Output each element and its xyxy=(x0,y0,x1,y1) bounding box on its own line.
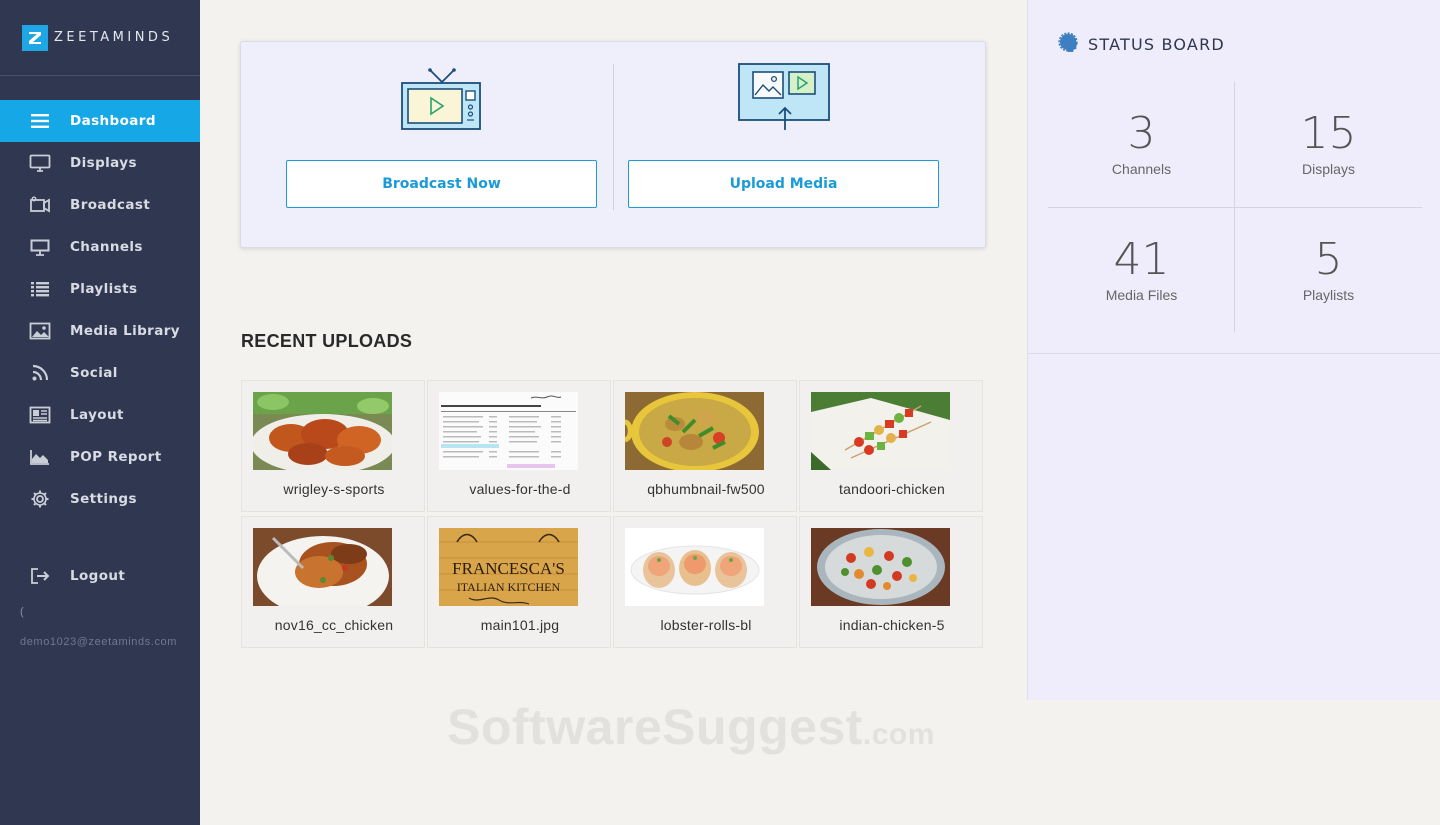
media-name: values-for-the-d xyxy=(469,481,571,497)
media-tile[interactable]: nov16_cc_chicken xyxy=(241,516,425,648)
media-thumbnail xyxy=(811,528,950,606)
logout-button[interactable]: Logout xyxy=(0,555,200,597)
media-tile[interactable]: indian-chicken-5 xyxy=(799,516,983,648)
media-tile[interactable]: wrigley-s-sports xyxy=(241,380,425,512)
watermark-main: SoftwareSuggest xyxy=(447,699,863,755)
media-name: tandoori-chicken xyxy=(839,481,945,497)
badge-icon xyxy=(1058,32,1078,57)
media-thumbnail xyxy=(439,392,578,470)
sidebar-item-channels[interactable]: Channels xyxy=(0,226,200,268)
main-content: Broadcast Now Upload Media RECENT UPLOAD… xyxy=(200,0,1027,825)
media-name: qbhumbnail-fw500 xyxy=(647,481,765,497)
stat-channels[interactable]: 3 Channels xyxy=(1048,82,1235,207)
status-stats: 3 Channels 15 Displays 41 Media Files 5 … xyxy=(1048,82,1422,332)
stat-displays[interactable]: 15 Displays xyxy=(1235,82,1422,207)
kitchen-sign-line2: ITALIAN KITCHEN xyxy=(457,580,561,594)
stat-label: Playlists xyxy=(1302,287,1355,303)
sidebar-item-label: POP Report xyxy=(70,449,162,465)
stat-value: 5 xyxy=(1314,234,1343,285)
sidebar-item-label: Social xyxy=(70,365,118,381)
sidebar-item-pop-report[interactable]: POP Report xyxy=(0,436,200,478)
logout-label: Logout xyxy=(70,568,126,584)
media-tile[interactable]: tandoori-chicken xyxy=(799,380,983,512)
user-email: demo1023@zeetaminds.com xyxy=(20,636,178,648)
sidebar-item-label: Media Library xyxy=(70,323,181,339)
status-board-divider xyxy=(1028,353,1440,354)
stat-value: 3 xyxy=(1127,108,1156,159)
hamburger-icon xyxy=(28,109,52,133)
media-tile[interactable]: FRANCESCA'S ITALIAN KITCHEN main101.jpg xyxy=(427,516,611,648)
tv-icon xyxy=(400,62,484,137)
status-board: STATUS BOARD 3 Channels 15 Displays 41 M… xyxy=(1027,0,1440,700)
sidebar-item-label: Broadcast xyxy=(70,197,151,213)
media-thumbnail xyxy=(625,528,764,606)
rss-icon xyxy=(28,361,52,385)
sidebar-item-displays[interactable]: Displays xyxy=(0,142,200,184)
stat-value: 41 xyxy=(1113,234,1170,285)
monitor-icon xyxy=(28,151,52,175)
video-camera-icon xyxy=(28,193,52,217)
broadcast-now-button[interactable]: Broadcast Now xyxy=(286,160,597,208)
kitchen-sign-line1: FRANCESCA'S xyxy=(452,559,565,578)
brand-name: ZEETAMINDS xyxy=(54,30,174,45)
stat-label: Channels xyxy=(1111,161,1172,177)
media-thumbnail xyxy=(253,392,392,470)
logo-mark-icon xyxy=(22,24,48,51)
screen-icon xyxy=(28,235,52,259)
actions-divider xyxy=(613,64,614,210)
upload-media-icon xyxy=(737,62,833,137)
stat-label: Displays xyxy=(1302,161,1355,177)
sidebar-item-label: Layout xyxy=(70,407,124,423)
media-name: nov16_cc_chicken xyxy=(274,617,394,633)
media-thumbnail: FRANCESCA'S ITALIAN KITCHEN xyxy=(439,528,578,606)
gear-icon xyxy=(28,487,52,511)
sidebar-item-playlists[interactable]: Playlists xyxy=(0,268,200,310)
sidebar: ZEETAMINDS Dashboard Displays Broadcast … xyxy=(0,0,200,825)
media-name: main101.jpg xyxy=(480,617,560,633)
upload-media-button[interactable]: Upload Media xyxy=(628,160,939,208)
sidebar-item-media-library[interactable]: Media Library xyxy=(0,310,200,352)
sidebar-item-layout[interactable]: Layout xyxy=(0,394,200,436)
sidebar-item-label: Displays xyxy=(70,155,137,171)
sidebar-item-settings[interactable]: Settings xyxy=(0,478,200,520)
media-tile[interactable]: qbhumbnail-fw500 xyxy=(613,380,797,512)
sidebar-item-dashboard[interactable]: Dashboard xyxy=(0,100,200,142)
sidebar-item-label: Channels xyxy=(70,239,143,255)
media-thumbnail xyxy=(253,528,392,606)
media-tile[interactable]: values-for-the-d xyxy=(427,380,611,512)
image-icon xyxy=(28,319,52,343)
stat-value: 15 xyxy=(1300,108,1357,159)
status-board-header: STATUS BOARD xyxy=(1058,32,1225,57)
sidebar-item-broadcast[interactable]: Broadcast xyxy=(0,184,200,226)
layout-icon xyxy=(28,403,52,427)
sidebar-item-label: Playlists xyxy=(70,281,138,297)
list-icon xyxy=(28,277,52,301)
area-chart-icon xyxy=(28,445,52,469)
media-name: lobster-rolls-bl xyxy=(660,617,752,633)
logout-icon xyxy=(28,564,52,588)
sidebar-item-social[interactable]: Social xyxy=(0,352,200,394)
stat-media-files[interactable]: 41 Media Files xyxy=(1048,208,1235,333)
sidebar-item-label: Settings xyxy=(70,491,137,507)
quick-actions-card: Broadcast Now Upload Media xyxy=(240,41,986,248)
stat-playlists[interactable]: 5 Playlists xyxy=(1235,208,1422,333)
media-thumbnail xyxy=(625,392,764,470)
media-tile[interactable]: lobster-rolls-bl xyxy=(613,516,797,648)
sidebar-nav: Dashboard Displays Broadcast Channels Pl… xyxy=(0,100,200,520)
media-name: indian-chicken-5 xyxy=(839,617,945,633)
media-thumbnail xyxy=(811,392,950,470)
stat-label: Media Files xyxy=(1105,287,1178,303)
user-paren: ( xyxy=(20,606,24,618)
sidebar-item-label: Dashboard xyxy=(70,113,156,129)
brand-logo[interactable]: ZEETAMINDS xyxy=(0,0,200,76)
watermark: SoftwareSuggest.com xyxy=(447,698,935,756)
status-board-title: STATUS BOARD xyxy=(1088,35,1225,54)
media-name: wrigley-s-sports xyxy=(283,481,385,497)
recent-uploads-title: RECENT UPLOADS xyxy=(241,331,413,351)
watermark-suffix: .com xyxy=(862,718,935,751)
